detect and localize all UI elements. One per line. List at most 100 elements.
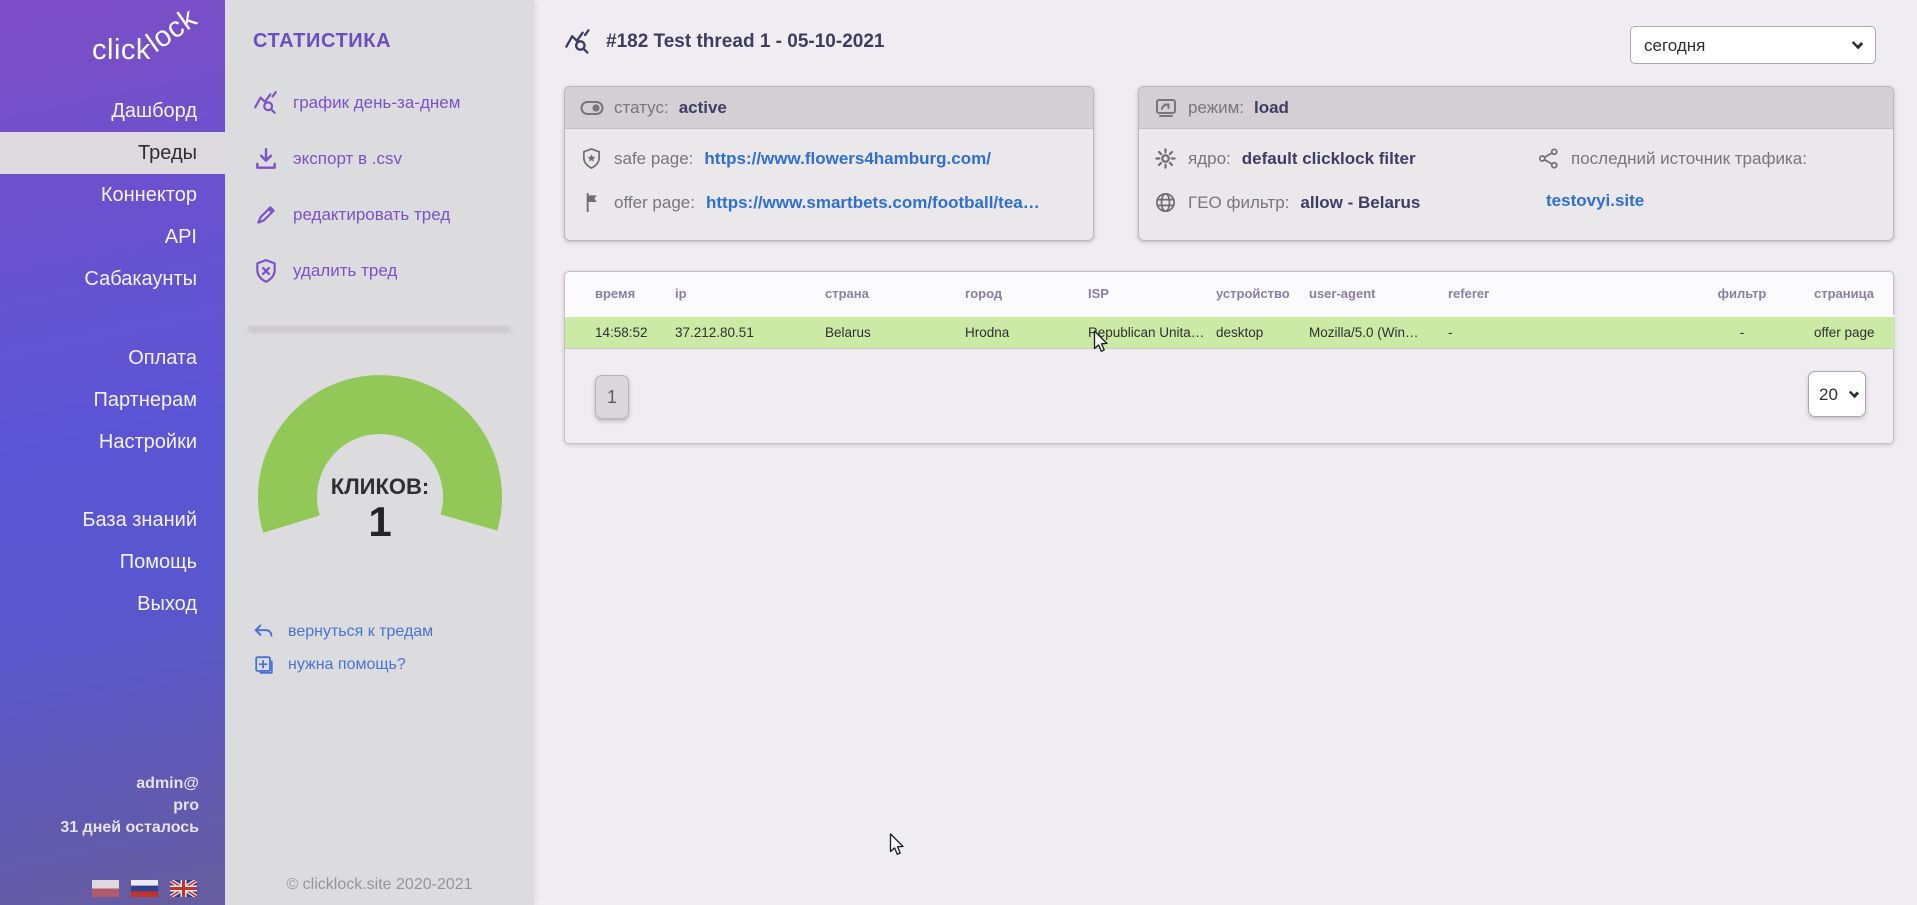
stats-panel-title: СТАТИСТИКА (253, 30, 391, 53)
gauge-label: КЛИКОВ: (300, 474, 460, 500)
mode-card: режим: load ядро: default clicklock filt… (1138, 86, 1894, 241)
cell-time: 14:58:52 (565, 316, 663, 348)
col-isp: ISP (1076, 272, 1204, 316)
clicklock-app: { "colors": { "accent_purple": "#7b52c8"… (0, 0, 1917, 905)
divider (248, 326, 510, 328)
menu-item-export-csv[interactable]: экспорт в .csv (253, 142, 460, 176)
cell-ip: 37.212.80.51 (663, 316, 813, 348)
menu-item-label: график день-за-днем (293, 93, 460, 113)
mode-value: load (1254, 98, 1289, 118)
clicks-table-card: время ip страна город ISP устройство use… (564, 271, 1894, 444)
page-1-button[interactable]: 1 (595, 375, 629, 419)
col-device: устройство (1204, 272, 1297, 316)
mode-card-header: режим: load (1139, 87, 1893, 129)
traffic-source-row: последний источник трафика: (1537, 147, 1807, 170)
back-to-threads-link[interactable]: вернуться к тредам (253, 621, 433, 643)
stats-links: вернуться к тредам нужна помощь? (253, 621, 433, 676)
sidebar-item-threads[interactable]: Треды (0, 132, 225, 174)
page-size-select[interactable]: 20 (1808, 371, 1866, 417)
need-help-link[interactable]: нужна помощь? (253, 654, 433, 676)
language-switcher (92, 880, 197, 897)
main-content: #182 Test thread 1 - 05-10-2021 сегодня … (534, 0, 1917, 905)
mode-label: режим: (1188, 98, 1244, 118)
safe-page-row: safe page: https://www.flowers4hamburg.c… (580, 147, 991, 170)
uk-flag-icon[interactable] (170, 880, 197, 897)
sidebar-item-connector[interactable]: Коннектор (0, 174, 225, 216)
poland-flag-icon[interactable] (92, 880, 119, 897)
cell-device: desktop (1204, 316, 1297, 348)
nav-spacer (0, 300, 225, 337)
offer-page-label: offer page: (614, 193, 695, 213)
shield-star-icon (580, 147, 603, 170)
sidebar-item-subaccounts[interactable]: Сабакаунты (0, 258, 225, 300)
status-card: статус: active safe page: https://www.fl… (564, 86, 1094, 241)
link-label: нужна помощь? (288, 656, 406, 674)
cell-page: offer page (1802, 316, 1895, 348)
clicks-table: время ip страна город ISP устройство use… (565, 272, 1895, 348)
offer-page-row: offer page: https://www.smartbets.com/fo… (580, 191, 1040, 214)
menu-item-edit-thread[interactable]: редактировать тред (253, 198, 460, 232)
geo-filter-value: allow - Belarus (1300, 193, 1420, 213)
download-icon (253, 146, 279, 172)
account-plan: pro (0, 795, 199, 817)
col-time: время (565, 272, 663, 316)
sidebar: click lock Дашборд Треды Коннектор API С… (0, 0, 225, 905)
sidebar-item-payment[interactable]: Оплата (0, 337, 225, 379)
traffic-source-label: последний источник трафика: (1571, 149, 1807, 169)
stats-panel: СТАТИСТИКА график день-за-днем экспорт в… (225, 0, 534, 905)
share-icon (1537, 147, 1560, 170)
period-select[interactable]: сегодня (1630, 26, 1876, 64)
cell-country: Belarus (813, 316, 953, 348)
col-ip: ip (663, 272, 813, 316)
cell-city: Hrodna (953, 316, 1076, 348)
core-row: ядро: default clicklock filter (1154, 147, 1416, 170)
sidebar-item-dashboard[interactable]: Дашборд (0, 90, 225, 132)
shield-x-icon (253, 258, 279, 284)
pencil-icon (253, 202, 279, 228)
geo-filter-row: ГЕО фильтр: allow - Belarus (1154, 191, 1420, 214)
safe-page-link[interactable]: https://www.flowers4hamburg.com/ (704, 149, 991, 169)
sidebar-item-partners[interactable]: Партнерам (0, 379, 225, 421)
col-user-agent: user-agent (1297, 272, 1436, 316)
menu-item-delete-thread[interactable]: удалить тред (253, 254, 460, 288)
toggle-on-icon (580, 96, 604, 120)
table-header-row: время ip страна город ISP устройство use… (565, 272, 1895, 316)
menu-item-label: удалить тред (293, 261, 397, 281)
mouse-cursor (889, 833, 906, 857)
pagination-bar: 1 20 (565, 348, 1893, 443)
gear-icon (1154, 147, 1177, 170)
page-size-select-wrap: 20 (1808, 371, 1866, 417)
col-filter: фильтр (1676, 272, 1802, 316)
clicklock-logo: click lock (92, 12, 212, 82)
col-page: страница (1802, 272, 1895, 316)
menu-item-label: экспорт в .csv (293, 149, 402, 169)
nav-spacer (0, 463, 225, 499)
sidebar-nav: Дашборд Треды Коннектор API Сабакаунты О… (0, 90, 225, 625)
russia-flag-icon[interactable] (131, 880, 158, 897)
sidebar-item-api[interactable]: API (0, 216, 225, 258)
account-info: admin@ pro 31 дней осталось (0, 773, 225, 839)
sidebar-item-help[interactable]: Помощь (0, 541, 225, 583)
status-card-header: статус: active (565, 87, 1093, 129)
status-value: active (679, 98, 727, 118)
sidebar-item-settings[interactable]: Настройки (0, 421, 225, 463)
menu-item-label: редактировать тред (293, 205, 450, 225)
cell-user-agent: Mozilla/5.0 (Win… (1297, 316, 1436, 348)
col-city: город (953, 272, 1076, 316)
sidebar-item-logout[interactable]: Выход (0, 583, 225, 625)
core-value: default clicklock filter (1242, 149, 1416, 169)
chart-search-icon (253, 90, 279, 116)
menu-item-day-chart[interactable]: график день-за-днем (253, 86, 460, 120)
plus-square-icon (253, 654, 275, 676)
thread-title-row: #182 Test thread 1 - 05-10-2021 (564, 28, 884, 56)
sidebar-item-knowledge-base[interactable]: База знаний (0, 499, 225, 541)
traffic-source-link[interactable]: testovyi.site (1546, 191, 1644, 211)
account-email: admin@ (0, 773, 199, 795)
table-row[interactable]: 14:58:52 37.212.80.51 Belarus Hrodna Rep… (565, 316, 1895, 348)
status-label: статус: (614, 98, 669, 118)
offer-page-link[interactable]: https://www.smartbets.com/football/tea… (706, 193, 1040, 213)
stats-menu: график день-за-днем экспорт в .csv редак… (253, 86, 460, 288)
core-label: ядро: (1188, 149, 1231, 169)
mouse-cursor (1093, 330, 1110, 354)
share-box-icon (1154, 96, 1178, 120)
